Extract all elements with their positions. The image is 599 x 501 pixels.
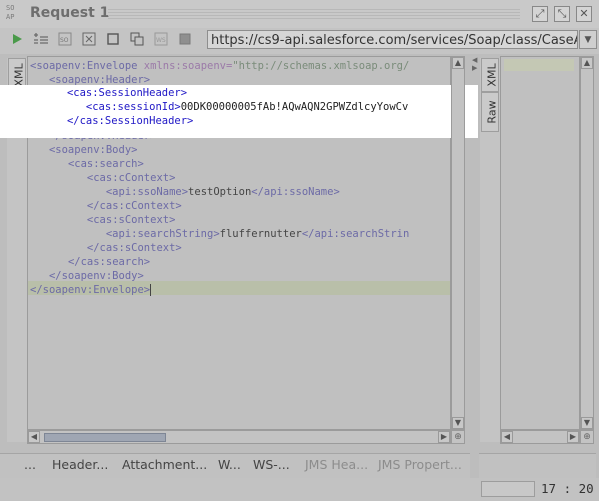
- tab-headers[interactable]: Header...: [52, 457, 108, 472]
- soapui-logo-icon: SO AP: [6, 4, 15, 21]
- code-token: 00DK00000005fAb!AQwAQN2GPWZdlcyYowCv: [180, 101, 409, 113]
- response-horizontal-scrollbar[interactable]: ◀ ▶: [500, 430, 580, 444]
- text-cursor: [150, 284, 152, 296]
- code-token: <cas:sessionId>: [85, 101, 181, 113]
- window-title: Request 1: [30, 5, 110, 21]
- session-header-highlight: <cas:SessionHeader> <cas:sessionId>00DK0…: [0, 85, 478, 133]
- svg-text:SO: SO: [60, 37, 69, 44]
- tab-auth[interactable]: ...: [24, 457, 36, 472]
- editor-vertical-scrollbar[interactable]: ▲ ▼: [451, 56, 465, 430]
- panel-splitter[interactable]: ◀ ▶: [470, 56, 478, 476]
- code-token: "http://schemas.xmlsoap.org/: [232, 60, 410, 72]
- code-token: xmlns:soapenv=: [143, 60, 233, 72]
- code-token: </api:ssoName>: [251, 186, 340, 198]
- code-token: </cas:sContext>: [86, 242, 182, 254]
- code-token: </soapenv:Envelope>: [30, 284, 151, 296]
- code-token: <api:ssoName>: [105, 186, 189, 198]
- code-token: <soapenv:Envelope: [30, 60, 144, 72]
- scroll-right-button[interactable]: ▶: [438, 431, 450, 443]
- code-line: <soapenv:Body>: [30, 143, 138, 157]
- tab-ws-a[interactable]: WS-...: [253, 457, 290, 472]
- code-line: <cas:cContext>: [30, 171, 176, 185]
- tab-jms-properties: JMS Propert...: [378, 457, 462, 472]
- clone-icon[interactable]: [129, 32, 145, 48]
- zoom-corner-icon[interactable]: ⊕: [451, 430, 465, 444]
- code-line: </cas:sContext>: [30, 241, 182, 255]
- maximize-window-button[interactable]: ⤡: [554, 6, 570, 22]
- response-scroll-up-button[interactable]: ▲: [581, 57, 593, 69]
- session-header-highlight-lower: [0, 133, 478, 138]
- response-scroll-right-button[interactable]: ▶: [567, 431, 579, 443]
- code-line: <api:searchString>fluffernutter</api:sea…: [30, 227, 409, 241]
- response-scroll-down-button[interactable]: ▼: [581, 417, 593, 429]
- title-bar: SO AP Request 1 ⤢ ⤡ ✕: [0, 0, 599, 29]
- code-token: <cas:search>: [67, 158, 144, 170]
- response-editor[interactable]: [500, 56, 580, 430]
- ws-icon[interactable]: WS: [153, 32, 169, 48]
- code-line: </cas:search>: [30, 255, 150, 269]
- code-token: </cas:SessionHeader>: [66, 115, 194, 127]
- response-vertical-scrollbar[interactable]: ▲ ▼: [580, 56, 594, 430]
- code-line: </cas:SessionHeader>: [29, 114, 193, 128]
- code-line: </cas:cContext>: [30, 199, 182, 213]
- response-tab-xml-label: XML: [485, 63, 499, 87]
- code-token: <cas:SessionHeader>: [66, 87, 188, 99]
- code-token: </cas:search>: [67, 256, 151, 268]
- code-token: testOption: [188, 186, 252, 198]
- editor-horizontal-scrollbar[interactable]: ◀ ▶: [27, 430, 451, 444]
- code-line: <soapenv:Envelope xmlns:soapenv="http://…: [30, 59, 409, 73]
- scroll-left-button[interactable]: ◀: [28, 431, 40, 443]
- detach-window-button[interactable]: ⤢: [532, 6, 548, 22]
- code-token: </cas:cContext>: [86, 200, 182, 212]
- scroll-down-button[interactable]: ▼: [452, 417, 464, 429]
- status-info-field: [481, 481, 535, 497]
- code-token: <cas:cContext>: [86, 172, 176, 184]
- response-current-line: [504, 59, 574, 71]
- close-window-button[interactable]: ✕: [576, 6, 592, 22]
- code-line: </soapenv:Envelope>: [30, 283, 152, 297]
- code-line: <cas:sContext>: [30, 213, 176, 227]
- horizontal-scroll-thumb[interactable]: [44, 433, 166, 442]
- response-tab-raw[interactable]: Raw: [481, 92, 499, 132]
- code-token: </soapenv:Body>: [48, 270, 144, 282]
- code-token: <soapenv:Body>: [48, 144, 138, 156]
- run-icon[interactable]: [9, 32, 25, 48]
- tab-jms-headers: JMS Hea...: [305, 457, 369, 472]
- code-token: <cas:sContext>: [86, 214, 176, 226]
- code-line: <cas:SessionHeader>: [29, 86, 187, 100]
- square-icon[interactable]: [177, 32, 193, 48]
- collapse-right-arrow-icon[interactable]: ▶: [472, 64, 477, 72]
- add-icon[interactable]: [33, 32, 49, 48]
- code-token: </api:searchStrin: [301, 228, 410, 240]
- code-line: </soapenv:Body>: [30, 269, 144, 283]
- stop-icon[interactable]: [105, 32, 121, 48]
- response-tab-raw-label: Raw: [485, 100, 499, 124]
- scroll-up-button[interactable]: ▲: [452, 57, 464, 69]
- response-view-tabs: XML Raw: [480, 58, 500, 442]
- code-line: <cas:sessionId>00DK00000005fAb!AQwAQN2GP…: [29, 100, 408, 114]
- response-tab-xml[interactable]: XML: [481, 58, 499, 92]
- response-zoom-corner-icon[interactable]: ⊕: [580, 430, 594, 444]
- code-line: <api:ssoName>testOption</api:ssoName>: [30, 185, 340, 199]
- code-token: <api:searchString>: [105, 228, 220, 240]
- code-token: fluffernutter: [219, 228, 302, 240]
- collapse-left-arrow-icon[interactable]: ◀: [472, 56, 477, 64]
- endpoint-url-field[interactable]: https://cs9-api.salesforce.com/services/…: [207, 30, 578, 49]
- cursor-position: 17 : 20: [541, 481, 594, 496]
- tab-wss[interactable]: W...: [218, 457, 241, 472]
- svg-text:WS: WS: [156, 37, 166, 44]
- code-line: <cas:search>: [30, 157, 144, 171]
- tab-attachments[interactable]: Attachment...: [122, 457, 207, 472]
- response-scroll-left-button[interactable]: ◀: [501, 431, 513, 443]
- wsa-icon[interactable]: SO: [57, 32, 73, 48]
- endpoint-dropdown-button[interactable]: ▼: [579, 30, 597, 49]
- settings-icon[interactable]: [81, 32, 97, 48]
- response-bottom-tabs: [479, 453, 596, 478]
- title-bar-grip[interactable]: [108, 9, 520, 19]
